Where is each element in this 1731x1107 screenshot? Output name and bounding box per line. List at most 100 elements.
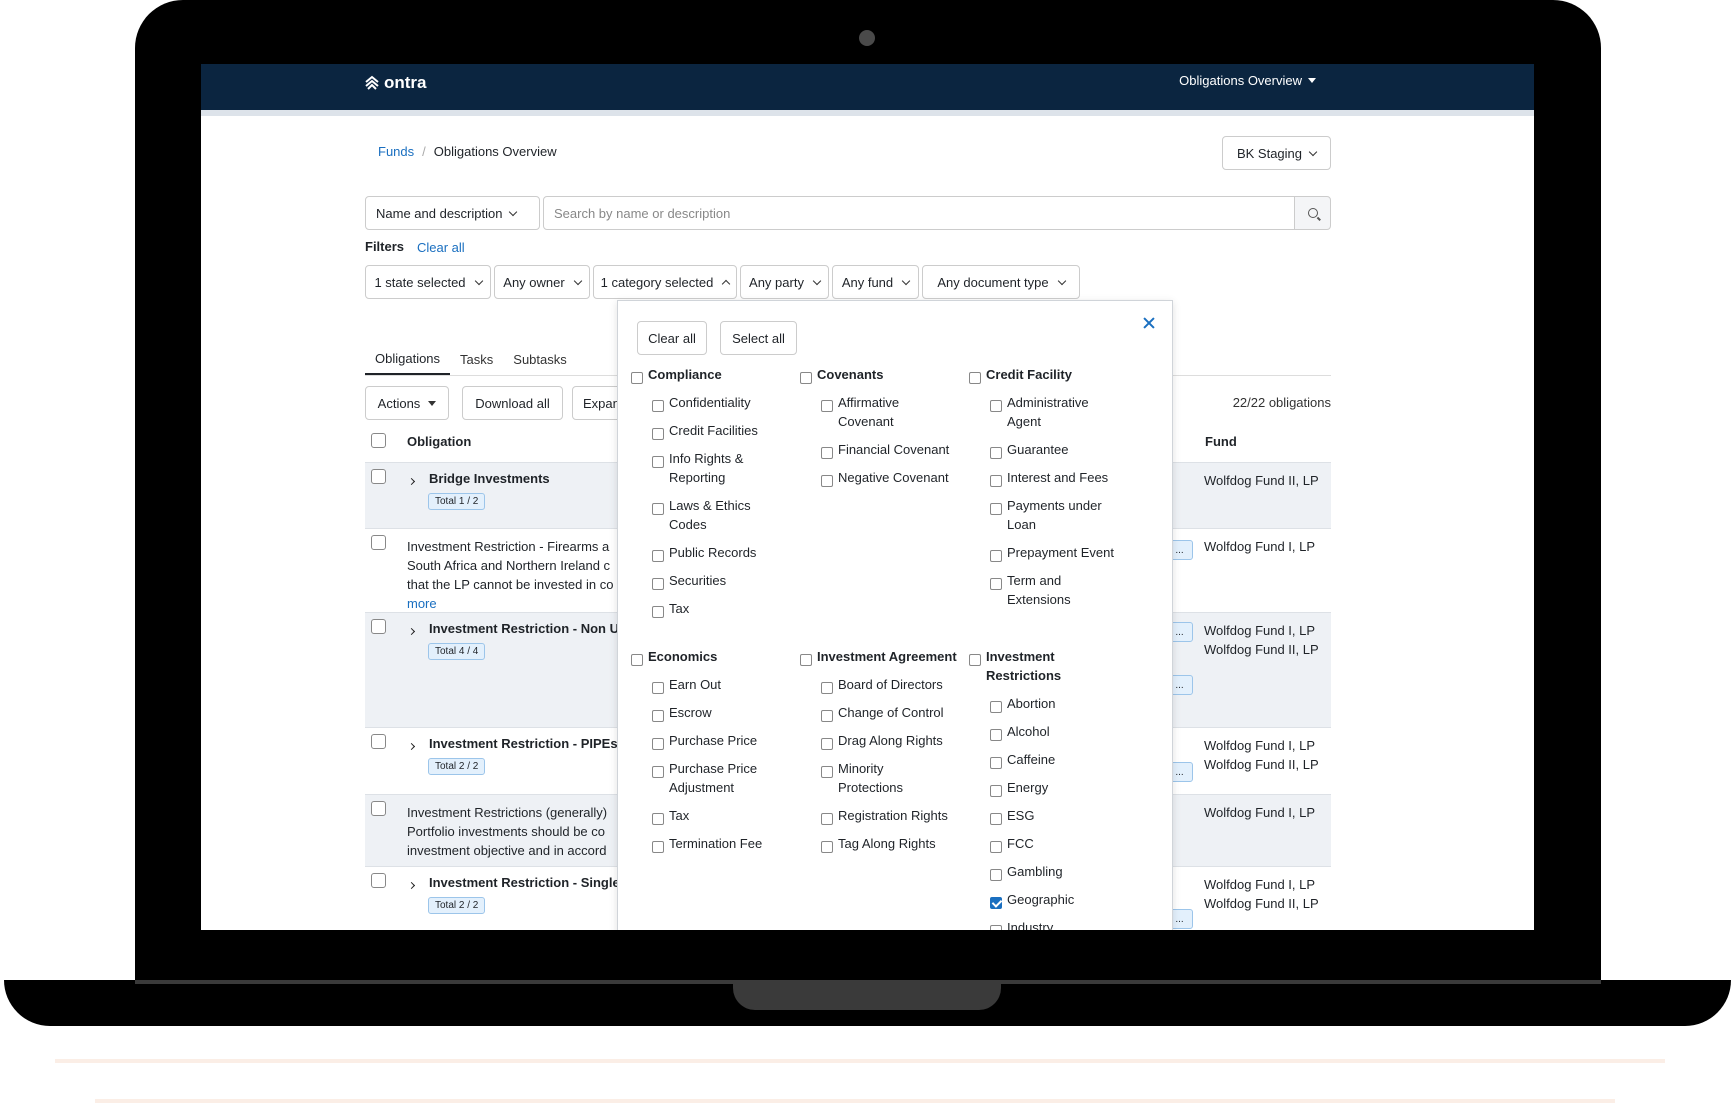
obligation-title[interactable]: Investment Restriction - Single <box>429 875 620 890</box>
category-checkbox[interactable] <box>821 841 833 853</box>
chevron-right-icon[interactable] <box>407 881 416 890</box>
category-option: Public Records <box>669 545 757 560</box>
chevron-down-icon <box>1057 276 1066 285</box>
obligation-title[interactable]: Investment Restriction - Non U <box>429 621 619 636</box>
category-checkbox[interactable] <box>652 550 664 562</box>
category-checkbox[interactable] <box>821 738 833 750</box>
category-checkbox[interactable] <box>990 578 1002 590</box>
tab-subtasks[interactable]: Subtasks <box>503 343 576 375</box>
fund-name: Wolfdog Fund II, LP <box>1204 473 1319 488</box>
category-checkbox[interactable] <box>821 710 833 722</box>
category-option: Earn Out <box>669 677 722 692</box>
chevron-right-icon[interactable] <box>407 627 416 636</box>
fund-name-line: Wolfdog Fund II, LP <box>1204 757 1319 772</box>
category-checkbox[interactable] <box>990 503 1002 515</box>
panel-select-all-button[interactable]: Select all <box>720 321 797 355</box>
search-button[interactable] <box>1294 196 1331 230</box>
row-checkbox[interactable] <box>371 535 386 550</box>
category-checkbox[interactable] <box>652 841 664 853</box>
category-option: Abortion <box>1007 696 1056 711</box>
category-option: Guarantee <box>1007 442 1069 457</box>
owner-filter-label: Any owner <box>503 274 565 290</box>
category-checkbox[interactable] <box>990 729 1002 741</box>
row-checkbox[interactable] <box>371 619 386 634</box>
category-checkbox[interactable] <box>990 785 1002 797</box>
option-line: Codes <box>669 517 707 532</box>
category-checkbox[interactable] <box>821 447 833 459</box>
tab-tasks[interactable]: Tasks <box>450 343 503 375</box>
category-checkbox[interactable] <box>652 428 664 440</box>
category-checkbox[interactable] <box>652 606 664 618</box>
category-checkbox[interactable] <box>990 813 1002 825</box>
party-filter[interactable]: Any party <box>740 265 829 299</box>
category-checkbox[interactable] <box>821 682 833 694</box>
search-input[interactable] <box>543 196 1295 230</box>
category-checkbox[interactable] <box>652 682 664 694</box>
category-checkbox[interactable] <box>652 766 664 778</box>
row-checkbox[interactable] <box>371 801 386 816</box>
ontra-logo[interactable]: ontra <box>364 73 427 93</box>
tab-obligations[interactable]: Obligations <box>365 343 451 375</box>
panel-clear-all-button[interactable]: Clear all <box>637 321 707 355</box>
environment-label: BK Staging <box>1236 145 1303 161</box>
category-checkbox-credit-facility[interactable] <box>969 372 981 384</box>
category-checkbox[interactable] <box>652 503 664 515</box>
option-line: Minority <box>838 761 884 776</box>
select-all-checkbox[interactable] <box>371 433 386 448</box>
fund-name-line: Wolfdog Fund II, LP <box>1204 896 1319 911</box>
fund-filter[interactable]: Any fund <box>832 265 919 299</box>
category-checkbox[interactable] <box>821 766 833 778</box>
category-checkbox[interactable] <box>990 447 1002 459</box>
category-checkbox-geographic[interactable] <box>990 897 1002 909</box>
obligation-title[interactable]: Investment Restriction - PIPEs <box>429 736 618 751</box>
category-checkbox[interactable] <box>652 456 664 468</box>
description-line: South Africa and Northern Ireland c <box>407 558 611 573</box>
search-type-select[interactable]: Name and description <box>365 196 540 230</box>
more-link[interactable]: more <box>407 594 617 613</box>
category-checkbox[interactable] <box>652 738 664 750</box>
category-checkbox[interactable] <box>990 475 1002 487</box>
row-checkbox[interactable] <box>371 469 386 484</box>
category-filter[interactable]: 1 category selected <box>593 265 737 299</box>
category-checkbox[interactable] <box>990 869 1002 881</box>
row-checkbox[interactable] <box>371 873 386 888</box>
category-checkbox-compliance[interactable] <box>631 372 643 384</box>
category-checkbox[interactable] <box>652 710 664 722</box>
category-checkbox[interactable] <box>652 578 664 590</box>
category-option: Credit Facilities <box>669 423 758 438</box>
obligation-title[interactable]: Bridge Investments <box>429 471 550 486</box>
chevron-right-icon[interactable] <box>407 477 416 486</box>
category-checkbox[interactable] <box>990 550 1002 562</box>
category-option: Administrative Agent <box>1007 393 1089 431</box>
category-checkbox[interactable] <box>990 841 1002 853</box>
row-checkbox[interactable] <box>371 734 386 749</box>
chevron-right-icon[interactable] <box>407 742 416 751</box>
category-checkbox[interactable] <box>821 475 833 487</box>
category-checkbox[interactable] <box>652 813 664 825</box>
clear-all-filters-link[interactable]: Clear all <box>417 240 465 255</box>
state-filter[interactable]: 1 state selected <box>365 265 491 299</box>
category-checkbox-covenants[interactable] <box>800 372 812 384</box>
category-checkbox[interactable] <box>990 701 1002 713</box>
environment-select[interactable]: BK Staging <box>1222 136 1331 170</box>
breadcrumb-funds-link[interactable]: Funds <box>378 144 414 159</box>
category-checkbox[interactable] <box>990 925 1002 930</box>
category-checkbox-investment-restrictions[interactable] <box>969 654 981 666</box>
document-type-filter[interactable]: Any document type <box>922 265 1080 299</box>
category-checkbox[interactable] <box>990 757 1002 769</box>
close-icon[interactable] <box>1143 317 1155 329</box>
category-dropdown-panel: Clear all Select all Compliance Confiden… <box>617 300 1173 930</box>
category-checkbox[interactable] <box>990 400 1002 412</box>
category-checkbox[interactable] <box>652 400 664 412</box>
document-type-filter-label: Any document type <box>937 274 1049 290</box>
nav-menu-obligations[interactable]: Obligations Overview <box>1179 73 1316 88</box>
category-checkbox[interactable] <box>821 813 833 825</box>
category-checkbox-economics[interactable] <box>631 654 643 666</box>
chevron-down-icon <box>474 276 483 285</box>
owner-filter[interactable]: Any owner <box>494 265 590 299</box>
category-checkbox-investment-agreement[interactable] <box>800 654 812 666</box>
category-checkbox[interactable] <box>821 400 833 412</box>
actions-button[interactable]: Actions <box>365 386 449 420</box>
category-heading-investment-restrictions: Investment Restrictions <box>986 647 1061 685</box>
download-all-button[interactable]: Download all <box>462 386 563 420</box>
